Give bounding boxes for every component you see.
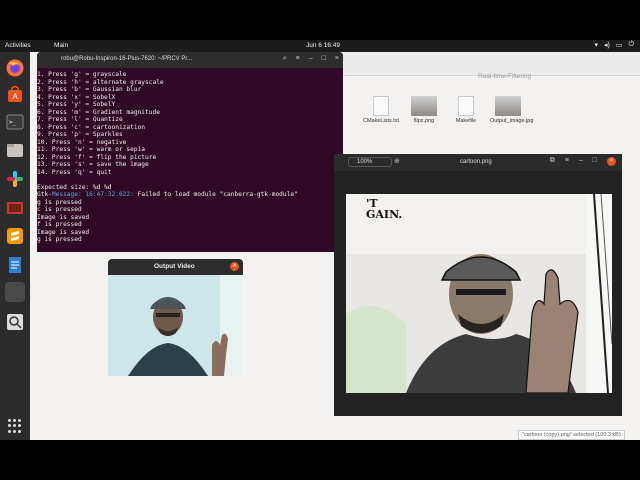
menu-icon[interactable]: ≡ xyxy=(565,157,569,166)
clock[interactable]: Jun 6 16:49 xyxy=(306,42,340,49)
video-titlebar[interactable]: Output Video × xyxy=(108,259,243,275)
video-frame xyxy=(108,275,243,376)
file-name: flipz.png xyxy=(413,118,435,124)
video-title: Output Video xyxy=(154,263,195,270)
screenshot-icon[interactable] xyxy=(5,198,25,218)
terminal-line: 8. Press 'c' = cartoonization xyxy=(37,123,146,131)
terminal-line: 13. Press 's' = save the image xyxy=(37,161,149,168)
maximize-icon[interactable]: □ xyxy=(593,157,597,166)
text-file-icon xyxy=(458,96,474,116)
file-manager-title: Real-time-Filtering xyxy=(478,73,532,80)
volume-icon[interactable]: ◂) xyxy=(604,41,610,49)
close-icon[interactable]: × xyxy=(230,262,239,271)
close-icon[interactable]: × xyxy=(335,55,339,63)
firefox-icon[interactable] xyxy=(5,58,25,78)
image-viewer-window[interactable]: 100% ⊕ cartoon.png ⧉ ≡ – □ × 'T GAIN. xyxy=(334,154,622,416)
image-caption-text: 'T GAIN. xyxy=(366,198,402,220)
minimize-icon[interactable]: – xyxy=(309,55,313,63)
search-icon[interactable]: ⌕ xyxy=(283,55,287,63)
gallery-icon[interactable]: ⧉ xyxy=(550,157,555,166)
terminal-output[interactable]: 1. Press 'g' = grayscale 2. Press 'h' = … xyxy=(37,68,343,244)
terminal-titlebar[interactable]: robu@Robu-Inspiron-16-Plus-7620: ~/PRCV … xyxy=(37,52,343,68)
software-icon[interactable]: A xyxy=(5,84,25,104)
power-icon[interactable]: ⏻ xyxy=(628,41,634,49)
terminal-line: 9. Press 'p' = Sparkles xyxy=(37,131,123,138)
terminal-line: 14. Press 'q' = quit xyxy=(37,168,112,176)
terminal-line: 7. Press 'l' = Quantize xyxy=(37,116,123,123)
terminal-line: c is pressed xyxy=(37,206,82,213)
zoom-dropdown[interactable]: 100% xyxy=(348,157,392,167)
image-viewer-header[interactable]: 100% ⊕ cartoon.png ⧉ ≡ – □ × xyxy=(334,154,622,171)
file-item[interactable]: Makefile xyxy=(448,96,484,124)
maximize-icon[interactable]: □ xyxy=(322,55,326,63)
terminal-line: g is pressed xyxy=(37,198,82,206)
file-name: Output_image.jpg xyxy=(490,118,534,124)
file-item[interactable]: Output_image.jpg xyxy=(490,96,534,124)
terminal-line: 2. Press 'h' = alternate grayscale xyxy=(37,78,164,86)
terminal-line: f is pressed xyxy=(37,221,82,228)
svg-text:>_: >_ xyxy=(9,119,17,126)
terminal-title: robu@Robu-Inspiron-16-Plus-7620: ~/PRCV … xyxy=(61,56,192,62)
minimize-icon[interactable]: – xyxy=(579,157,583,166)
file-item[interactable]: flipz.png xyxy=(406,96,442,124)
apps-grid-icon[interactable] xyxy=(8,419,22,433)
magnifier-icon[interactable] xyxy=(5,312,25,332)
terminal-line: 10. Press 'n' = negative xyxy=(37,138,127,146)
terminal-window[interactable]: robu@Robu-Inspiron-16-Plus-7620: ~/PRCV … xyxy=(37,52,343,252)
terminal-line: 11. Press 'w' = warm or sepia xyxy=(37,146,146,153)
document-viewer-icon[interactable] xyxy=(5,255,25,275)
system-tray[interactable]: ▾ ◂) ▭ ⏻ xyxy=(594,41,634,49)
text-file-icon xyxy=(373,96,389,116)
terminal-line: g is pressed xyxy=(37,236,82,243)
cartoon-image: 'T GAIN. xyxy=(346,194,612,393)
output-video-window[interactable]: Output Video × xyxy=(108,259,243,376)
terminal-line: 4. Press 'x' = SobelX xyxy=(37,93,116,101)
svg-text:A: A xyxy=(12,92,18,101)
network-icon[interactable]: ▾ xyxy=(594,41,598,49)
menu-icon[interactable]: ≡ xyxy=(296,55,300,63)
image-caption-line: GAIN. xyxy=(366,208,403,221)
close-icon[interactable]: × xyxy=(607,157,616,166)
gtk-message-line: Gtk-Message: 16:47:32.622: Failed to loa… xyxy=(37,191,343,199)
activities-button[interactable]: Activities xyxy=(5,42,31,49)
gtk-message-label: Message: xyxy=(51,191,82,198)
gtk-message-text: Failed to load module "canberra-gtk-modu… xyxy=(133,191,298,198)
terminal-line: Image is saved xyxy=(37,213,90,221)
image-file-icon xyxy=(495,96,521,116)
terminal-line: 1. Press 'g' = grayscale xyxy=(37,71,127,78)
dock: A >_ xyxy=(0,52,30,440)
terminal-line: 6. Press 'm' = Gradient magnitude xyxy=(37,108,160,116)
terminal-line: Image is saved xyxy=(37,228,90,236)
workspace-icon[interactable] xyxy=(5,282,25,302)
terminal-icon[interactable]: >_ xyxy=(5,112,25,132)
image-viewer-title: cartoon.png xyxy=(460,159,492,165)
file-name: Makefile xyxy=(455,118,477,124)
sublime-icon[interactable] xyxy=(5,226,25,246)
file-item[interactable]: CMakeLists.txt xyxy=(363,96,399,124)
files-icon[interactable] xyxy=(5,140,25,160)
terminal-line: 12. Press 'f' = flip the picture xyxy=(37,153,157,161)
file-name: CMakeLists.txt xyxy=(363,118,400,124)
zoom-in-icon[interactable]: ⊕ xyxy=(394,157,400,165)
battery-icon[interactable]: ▭ xyxy=(616,41,623,49)
image-file-icon xyxy=(411,96,437,116)
terminal-line: 5. Press 'y' = SobelY xyxy=(37,101,116,108)
top-bar: Activities Main Jun 6 16:49 ▾ ◂) ▭ ⏻ xyxy=(0,40,640,52)
terminal-line: 3. Press 'b' = Gaussian blur xyxy=(37,86,142,93)
gtk-timestamp: 16:47:32.622: xyxy=(85,191,134,198)
file-manager-status: "cartoon (copy).png" selected (100.3 kB) xyxy=(518,430,625,440)
gtk-prefix: Gtk- xyxy=(37,191,52,198)
slack-icon[interactable] xyxy=(5,169,25,189)
app-menu[interactable]: Main xyxy=(54,42,68,49)
terminal-line: Expected size: %d %d xyxy=(37,183,112,191)
